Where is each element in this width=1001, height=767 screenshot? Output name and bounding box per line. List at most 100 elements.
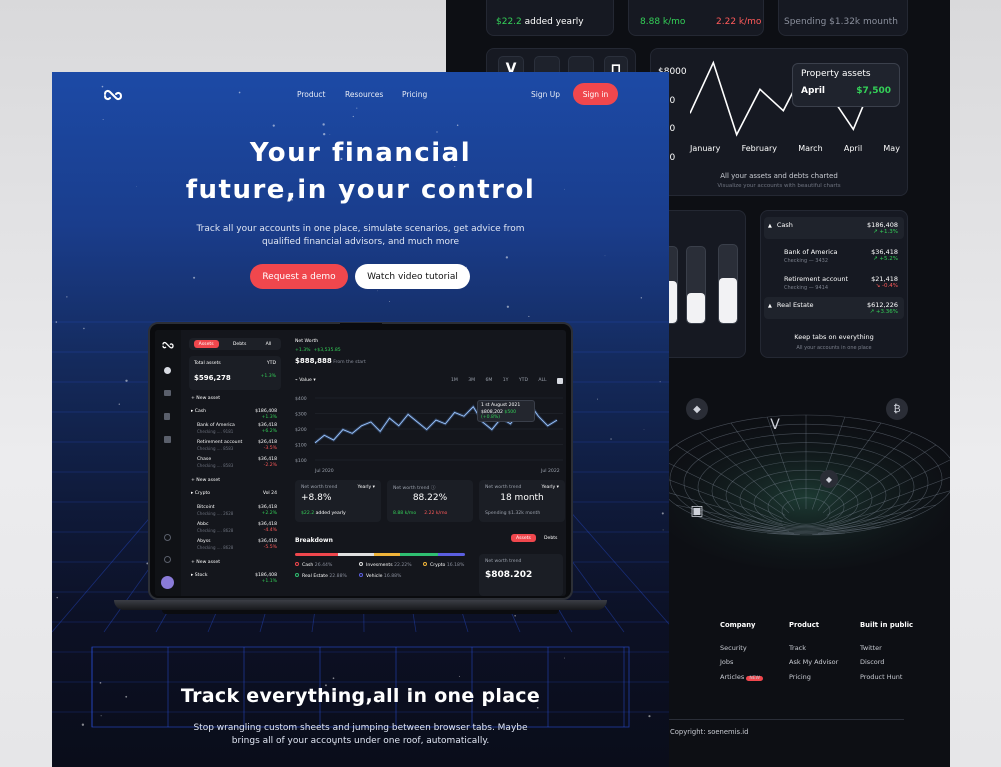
calendar-icon[interactable] xyxy=(556,378,563,384)
star xyxy=(596,398,599,400)
account-name: ▸ Cash xyxy=(191,409,207,414)
signin-button[interactable]: Sign in xyxy=(573,83,618,105)
range-3m[interactable]: 3M xyxy=(468,378,475,384)
account-value: Vol 24 xyxy=(262,491,277,496)
laptop-mockup: Assets Debts All Total assets YTD $596,2… xyxy=(148,322,573,600)
nav-signup[interactable]: Sign Up xyxy=(531,90,560,99)
star xyxy=(125,379,128,382)
value-dropdown[interactable]: ⌁ Value ▾ xyxy=(295,378,316,383)
trend-card: Net worth trend Yearly ▾ 18 month Spending … xyxy=(479,480,565,522)
tab-all[interactable]: All xyxy=(261,340,277,348)
period-select[interactable]: YTD xyxy=(267,361,276,366)
period-select[interactable]: Yearly ▾ xyxy=(358,485,376,490)
nav-pricing[interactable]: Pricing xyxy=(402,90,427,99)
footer-link-jobs[interactable]: Jobs xyxy=(720,655,763,670)
star xyxy=(66,296,68,298)
star xyxy=(352,115,354,118)
tab-debts[interactable]: Debts xyxy=(228,340,251,348)
avatar[interactable] xyxy=(161,576,174,589)
y-tick: $200 xyxy=(295,427,307,433)
account-name: Chase Checking .... 8583 xyxy=(197,457,234,468)
footer-public-title: Built in public xyxy=(860,621,914,629)
foot-text: added yearly xyxy=(314,511,346,516)
new-asset-button[interactable]: + New asset xyxy=(191,560,220,565)
range-1m[interactable]: 1M xyxy=(451,378,458,384)
account-name-wrap: Retirement account Checking — 9414 xyxy=(784,275,848,291)
tab-debts[interactable]: Debts xyxy=(539,534,562,542)
range-ytd[interactable]: YTD xyxy=(519,378,528,384)
nav-calendar-icon[interactable] xyxy=(164,436,171,443)
nav-resources[interactable]: Resources xyxy=(345,90,383,99)
trend-card-foot: $22.2 added yearly xyxy=(301,511,346,516)
settings-icon[interactable] xyxy=(164,534,171,541)
nav-reports-icon[interactable] xyxy=(164,413,170,420)
account-change: ↗ +5.2% xyxy=(873,256,898,262)
star xyxy=(99,681,102,684)
star xyxy=(604,255,606,257)
tab-assets[interactable]: Assets xyxy=(193,340,219,348)
breakdown-name: Crypto xyxy=(430,563,447,568)
account-name: Bitcoint Checking .... 2628 xyxy=(197,505,234,516)
star xyxy=(56,596,58,599)
footer-link-security[interactable]: Security xyxy=(720,641,763,656)
tab-assets[interactable]: Assets xyxy=(511,534,536,542)
breakdown-tabs: Assets Debts xyxy=(511,534,562,542)
footer-product-title: Product xyxy=(789,621,819,629)
footer-company: Company Security Jobs Articles NEW xyxy=(720,618,763,686)
legend-dot xyxy=(295,562,299,566)
breakdown-name: Invesments xyxy=(366,563,395,568)
keep-tabs-sub: All your accounts in one place xyxy=(796,345,872,351)
range-6m[interactable]: 6M xyxy=(486,378,493,384)
bar-fill xyxy=(719,277,737,323)
help-icon[interactable] xyxy=(164,556,171,563)
breakdown-item: Crypto 16.18% xyxy=(423,562,464,568)
account-value: $186,408 xyxy=(255,573,277,578)
app-logo-icon xyxy=(162,341,174,349)
nav-product[interactable]: Product xyxy=(297,90,325,99)
laptop-base-shadow xyxy=(162,610,559,614)
breakdown-pct: 16.88% xyxy=(383,574,402,579)
ethereum-icon: ◆ xyxy=(820,470,838,488)
bitcoin-icon: ₿ xyxy=(886,398,908,420)
range-1y[interactable]: 1Y xyxy=(503,378,509,384)
x-tick: Jul 2022 xyxy=(540,468,560,474)
y-tick: $100 xyxy=(295,458,307,464)
period-select[interactable]: Yearly ▾ xyxy=(542,485,560,490)
nav-folder-icon[interactable] xyxy=(164,390,171,396)
account-name: Bank of America xyxy=(784,248,838,256)
legend-dot xyxy=(359,573,363,577)
app-logo-icon[interactable] xyxy=(102,86,124,101)
range-selector: 1M 3M 6M 1Y YTD ALL xyxy=(451,378,563,384)
star xyxy=(100,715,102,717)
footer-link-track[interactable]: Track xyxy=(789,641,838,656)
request-demo-button[interactable]: Request a demo xyxy=(250,264,348,289)
kpi-red: 2.22 k/mo xyxy=(716,17,762,27)
footer-link-articles[interactable]: Articles NEW xyxy=(720,670,763,687)
trend-card: Net worth trend ⓘ 88.22% 8.88 k/mo 2.22 k/m… xyxy=(387,480,473,522)
account-sub: Checking .... 8583 xyxy=(197,446,234,451)
range-all[interactable]: ALL xyxy=(538,378,546,384)
trend-card-value: 88.22% xyxy=(412,493,448,503)
total-assets-label: Total assets xyxy=(194,361,221,366)
account-sub: Checking .... 9181 xyxy=(197,429,234,434)
star xyxy=(456,124,459,126)
breakdown-item: Vehicle 16.88% xyxy=(359,573,401,579)
breakdown-pct: 22.88% xyxy=(329,574,347,579)
new-asset-button[interactable]: + New asset xyxy=(191,478,220,483)
collapse-icon[interactable]: ▲ xyxy=(768,223,772,229)
footer-link-pricing[interactable]: Pricing xyxy=(789,670,838,685)
nav-dashboard-icon[interactable] xyxy=(164,367,171,374)
watch-video-button[interactable]: Watch video tutorial xyxy=(355,264,470,289)
account-name: ▸ Stock xyxy=(191,573,208,578)
account-value: $26,418 xyxy=(258,440,277,445)
account-value: $36,418 xyxy=(258,457,277,462)
account-change: -5.5% xyxy=(263,545,277,550)
footer-link-advisor[interactable]: Ask My Advisor xyxy=(789,655,838,670)
hero-title-line2: future,in your control xyxy=(185,175,536,205)
footer-link-producthunt[interactable]: Product Hunt xyxy=(860,670,913,685)
footer-link-discord[interactable]: Discord xyxy=(860,655,913,670)
new-asset-button[interactable]: + New asset xyxy=(191,396,220,401)
collapse-icon[interactable]: ▲ xyxy=(768,303,772,309)
front-page: Product Resources Pricing Sign Up Sign i… xyxy=(52,72,669,767)
footer-link-twitter[interactable]: Twitter xyxy=(860,641,913,656)
